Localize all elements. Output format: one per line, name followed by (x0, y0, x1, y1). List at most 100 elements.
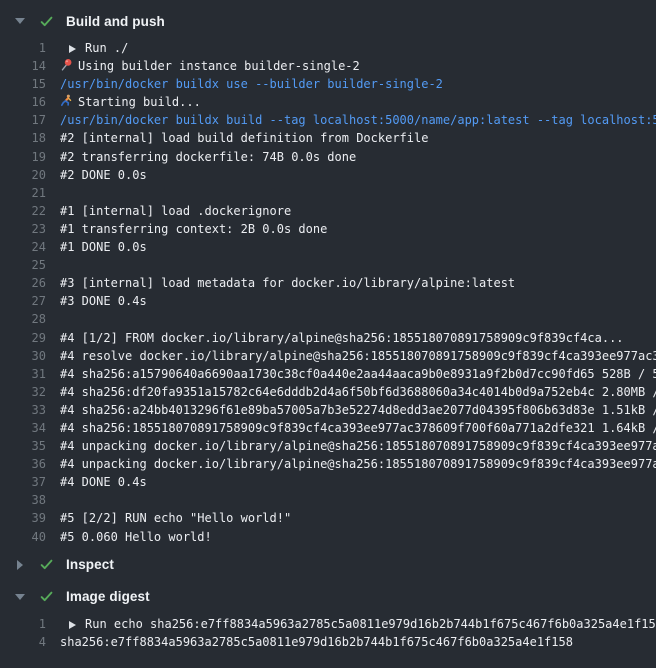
log-line: 15 /usr/bin/docker buildx use --builder … (0, 75, 656, 93)
line-number[interactable]: 30 (0, 347, 46, 365)
log-line: 30 #4 resolve docker.io/library/alpine@s… (0, 347, 656, 365)
run-expander-triangle-icon[interactable] (69, 621, 76, 629)
line-number[interactable]: 34 (0, 419, 46, 437)
log-line: 37 #4 DONE 0.4s (0, 473, 656, 491)
line-number[interactable]: 31 (0, 365, 46, 383)
line-text-content: #1 transferring context: 2B 0.0s done (60, 222, 327, 236)
log-line: 28 (0, 310, 656, 328)
line-text-content: #1 DONE 0.0s (60, 240, 147, 254)
line-text-content: #1 [internal] load .dockerignore (60, 204, 291, 218)
run-expander-triangle-icon[interactable] (69, 45, 76, 53)
line-number[interactable]: 33 (0, 401, 46, 419)
line-number[interactable]: 4 (0, 633, 46, 651)
log-line: 19 #2 transferring dockerfile: 74B 0.0s … (0, 148, 656, 166)
line-text: /usr/bin/docker buildx build --tag local… (60, 111, 656, 129)
log-line: 1 Run ./ (0, 39, 656, 57)
line-text-content: Starting build... (78, 95, 201, 109)
line-number[interactable]: 22 (0, 202, 46, 220)
line-number[interactable]: 38 (0, 491, 46, 509)
log-line: 34 #4 sha256:185518070891758909c9f839cf4… (0, 419, 656, 437)
log-line: 25 (0, 256, 656, 274)
line-text: #4 sha256:df20fa9351a15782c64e6dddb2d4a6… (60, 383, 656, 401)
line-text: #1 DONE 0.0s (60, 238, 147, 256)
section-header[interactable]: Build and push (0, 10, 656, 32)
line-number[interactable]: 32 (0, 383, 46, 401)
section-header[interactable]: Inspect (0, 554, 656, 576)
line-text: #4 sha256:a15790640a6690aa1730c38cf0a440… (60, 365, 656, 383)
line-text: Run echo sha256:e7ff8834a5963a2785c5a081… (60, 615, 656, 633)
line-number[interactable]: 35 (0, 437, 46, 455)
log-line: 33 #4 sha256:a24bb4013296f61e89ba57005a7… (0, 401, 656, 419)
line-number[interactable]: 36 (0, 455, 46, 473)
line-text-content: sha256:e7ff8834a5963a2785c5a0811e979d16b… (60, 635, 573, 649)
line-text-content: /usr/bin/docker buildx use --builder bui… (60, 77, 443, 91)
line-text-content: Using builder instance builder-single-2 (78, 59, 360, 73)
line-number[interactable]: 39 (0, 509, 46, 527)
line-text-content: #2 DONE 0.0s (60, 168, 147, 182)
chevron-down-icon[interactable] (14, 18, 26, 24)
line-number[interactable]: 23 (0, 220, 46, 238)
log-section: Image digest 1 Run echo sha256:e7ff8834a… (0, 586, 656, 651)
line-number[interactable]: 16 (0, 93, 46, 111)
log-line: 1 Run echo sha256:e7ff8834a5963a2785c5a0… (0, 615, 656, 633)
line-text-content: Run ./ (85, 41, 128, 55)
line-number[interactable]: 17 (0, 111, 46, 129)
line-text: #1 [internal] load .dockerignore (60, 202, 291, 220)
line-number[interactable]: 24 (0, 238, 46, 256)
log-line: 29 #4 [1/2] FROM docker.io/library/alpin… (0, 329, 656, 347)
line-number[interactable]: 19 (0, 148, 46, 166)
chevron-right-icon[interactable] (14, 560, 26, 570)
log-line: 20 #2 DONE 0.0s (0, 166, 656, 184)
log-line: 22 #1 [internal] load .dockerignore (0, 202, 656, 220)
line-number[interactable]: 27 (0, 292, 46, 310)
line-text-content: #4 resolve docker.io/library/alpine@sha2… (60, 349, 656, 363)
line-number[interactable]: 40 (0, 528, 46, 546)
line-text: #5 0.060 Hello world! (60, 528, 212, 546)
log-line: 14 Using builder instance builder-single… (0, 57, 656, 75)
check-success-icon (39, 14, 54, 29)
log-line: 32 #4 sha256:df20fa9351a15782c64e6dddb2d… (0, 383, 656, 401)
line-text-content: #4 unpacking docker.io/library/alpine@sh… (60, 439, 656, 453)
line-text-content: #3 [internal] load metadata for docker.i… (60, 276, 515, 290)
line-text: #2 transferring dockerfile: 74B 0.0s don… (60, 148, 356, 166)
log-line: 38 (0, 491, 656, 509)
line-text-content: #2 [internal] load build definition from… (60, 131, 428, 145)
log-line: 16 Starting build... (0, 93, 656, 111)
line-text-content: #3 DONE 0.4s (60, 294, 147, 308)
log-line: 40 #5 0.060 Hello world! (0, 528, 656, 546)
line-number[interactable]: 28 (0, 310, 46, 328)
section-header[interactable]: Image digest (0, 586, 656, 608)
line-number[interactable]: 21 (0, 184, 46, 202)
line-number[interactable]: 15 (0, 75, 46, 93)
line-number[interactable]: 20 (0, 166, 46, 184)
line-text-content: #4 sha256:df20fa9351a15782c64e6dddb2d4a6… (60, 385, 656, 399)
line-text: #3 DONE 0.4s (60, 292, 147, 310)
line-text: Run ./ (60, 39, 128, 57)
line-number[interactable]: 29 (0, 329, 46, 347)
line-text: #4 resolve docker.io/library/alpine@sha2… (60, 347, 656, 365)
line-number[interactable]: 26 (0, 274, 46, 292)
log-line: 39 #5 [2/2] RUN echo "Hello world!" (0, 509, 656, 527)
log-line: 23 #1 transferring context: 2B 0.0s done (0, 220, 656, 238)
log-line: 27 #3 DONE 0.4s (0, 292, 656, 310)
line-number[interactable]: 14 (0, 57, 46, 75)
runner-icon (60, 94, 73, 107)
line-text-content: #4 sha256:a24bb4013296f61e89ba57005a7b3e… (60, 403, 656, 417)
line-text: Starting build... (60, 93, 201, 111)
line-number[interactable]: 37 (0, 473, 46, 491)
workflow-log-root: Build and push 1 Run ./ 14 Using builder… (0, 10, 656, 651)
pushpin-icon (60, 58, 73, 71)
line-text: #4 sha256:185518070891758909c9f839cf4ca3… (60, 419, 656, 437)
line-number[interactable]: 18 (0, 129, 46, 147)
line-number[interactable]: 25 (0, 256, 46, 274)
section-lines: 1 Run ./ 14 Using builder instance build… (0, 39, 656, 546)
line-number[interactable]: 1 (0, 615, 46, 633)
line-text: #5 [2/2] RUN echo "Hello world!" (60, 509, 291, 527)
log-line: 21 (0, 184, 656, 202)
chevron-down-icon[interactable] (14, 594, 26, 600)
line-text: /usr/bin/docker buildx use --builder bui… (60, 75, 443, 93)
log-line: 36 #4 unpacking docker.io/library/alpine… (0, 455, 656, 473)
line-number[interactable]: 1 (0, 39, 46, 57)
line-text-content: /usr/bin/docker buildx build --tag local… (60, 113, 656, 127)
line-text: #3 [internal] load metadata for docker.i… (60, 274, 515, 292)
